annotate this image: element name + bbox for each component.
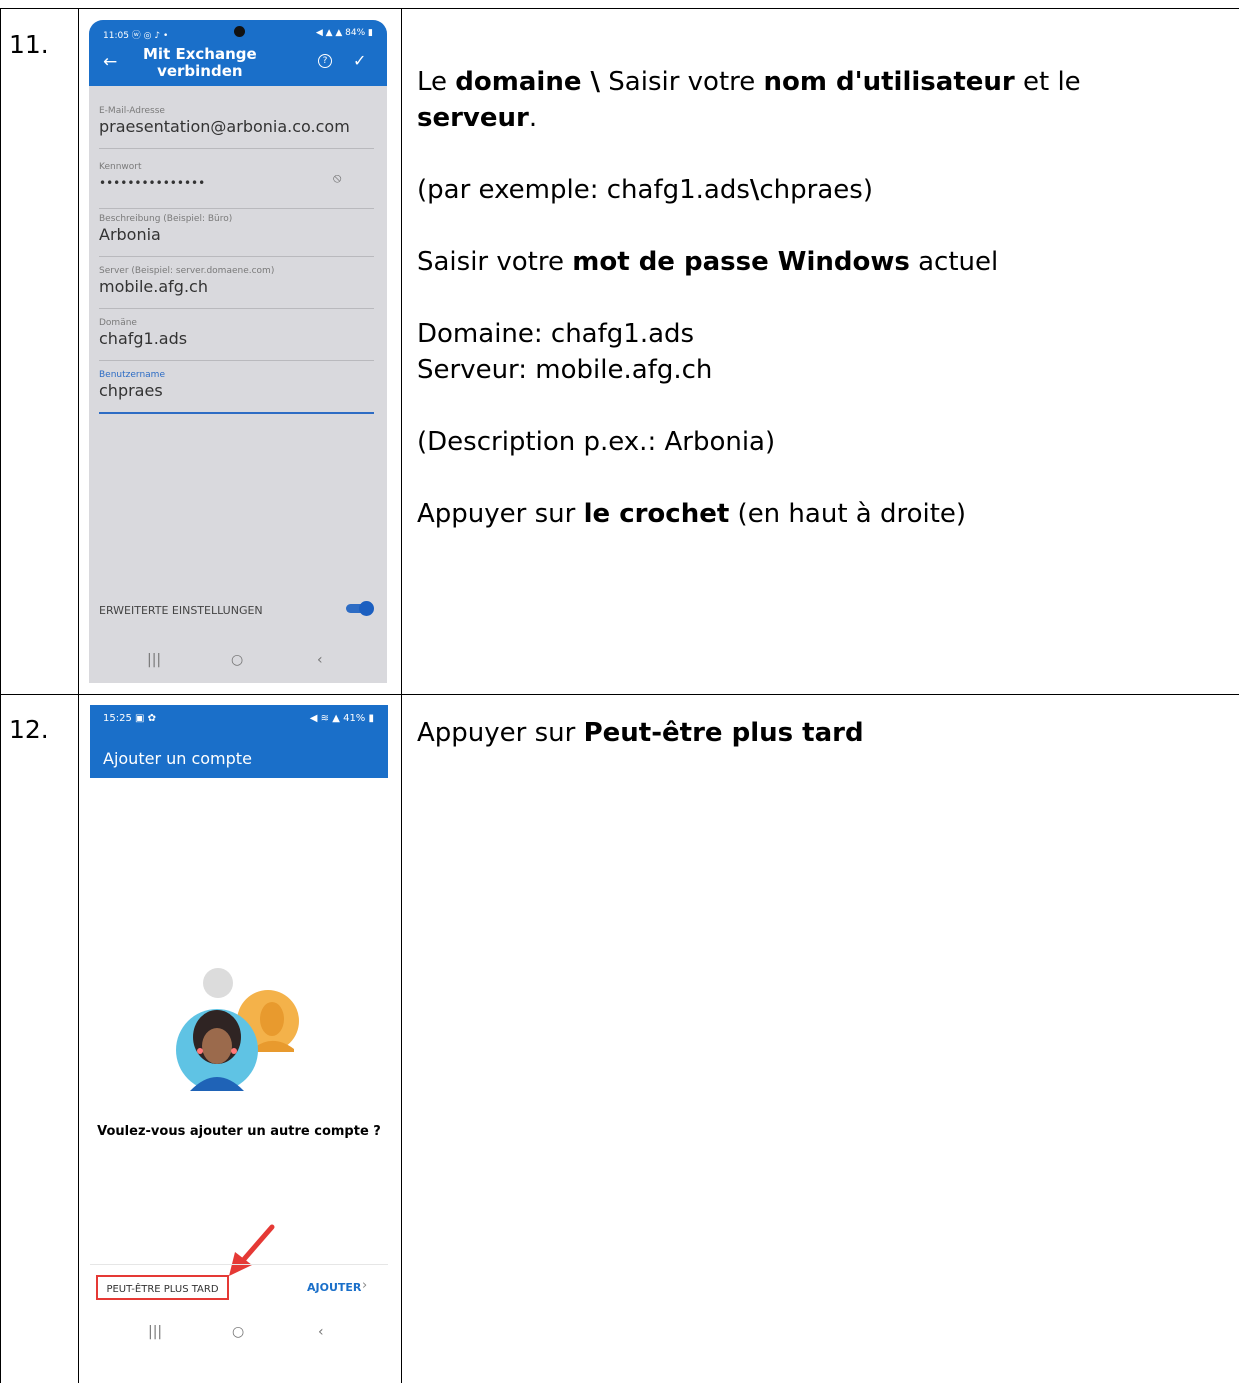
home-icon[interactable]: ○ bbox=[232, 1324, 244, 1340]
instruction-line: (par exemple: chafg1.ads\chpraes) bbox=[417, 175, 873, 205]
col-divider-2 bbox=[401, 8, 402, 1383]
camera-cutout bbox=[234, 26, 245, 37]
domain-field[interactable]: Domäne chafg1.ads bbox=[99, 318, 374, 361]
server-field[interactable]: Server (Beispiel: server.domaene.com) mo… bbox=[99, 266, 374, 309]
domain-label: Domäne bbox=[99, 318, 137, 328]
title-line-2: verbinden bbox=[157, 62, 243, 80]
recent-apps-icon[interactable]: ||| bbox=[147, 652, 161, 668]
back-nav-icon[interactable]: ‹ bbox=[317, 652, 323, 668]
email-label: E-Mail-Adresse bbox=[99, 106, 165, 116]
table-top-border bbox=[0, 8, 1239, 9]
col-left-border bbox=[0, 8, 1, 1383]
step-number: 11. bbox=[9, 30, 49, 59]
server-label: Server (Beispiel: server.domaene.com) bbox=[99, 266, 275, 276]
advanced-settings-toggle[interactable] bbox=[346, 601, 374, 616]
eye-off-icon[interactable]: ⦸ bbox=[333, 171, 341, 186]
instruction-line: Serveur: mobile.afg.ch bbox=[417, 355, 713, 385]
step-number: 12. bbox=[9, 715, 49, 744]
red-arrow-annotation bbox=[229, 1224, 275, 1276]
instruction-line: Appuyer sur le crochet (en haut à droite… bbox=[417, 499, 967, 529]
col-divider-1 bbox=[78, 8, 79, 1383]
username-label: Benutzername bbox=[99, 370, 165, 380]
instruction-line: Saisir votre mot de passe Windows actuel bbox=[417, 247, 999, 277]
footer-divider bbox=[90, 1264, 388, 1265]
title-line-1: Mit Exchange bbox=[143, 45, 257, 63]
instruction-line: (Description p.ex.: Arbonia) bbox=[417, 427, 776, 457]
screen-title: Mit Exchange verbinden bbox=[143, 46, 257, 80]
status-bar-right: ◀ ▲ ▲ 84% ▮ bbox=[315, 28, 373, 38]
back-arrow-icon[interactable]: ← bbox=[103, 52, 117, 72]
step-12-instructions: Appuyer sur Peut-être plus tard bbox=[417, 715, 864, 751]
status-bar-time: 15:25 ▣ ✿ bbox=[103, 713, 157, 724]
app-header: 11:05 ⓦ ◎ ♪ • ◀ ▲ ▲ 84% ▮ ← Mit Exchange… bbox=[89, 20, 387, 86]
email-field[interactable]: E-Mail-Adresse praesentation@arbonia.co.… bbox=[99, 106, 374, 149]
recent-apps-icon[interactable]: ||| bbox=[148, 1324, 162, 1340]
step-11-instructions: Le domaine \ Saisir votre nom d'utilisat… bbox=[417, 64, 1081, 532]
app-header: 15:25 ▣ ✿ ◀ ≋ ▲ 41% ▮ Ajouter un compte bbox=[90, 705, 388, 778]
help-icon[interactable]: ? bbox=[318, 54, 332, 68]
domain-value: chafg1.ads bbox=[99, 329, 188, 348]
phone-screenshot-exchange: 11:05 ⓦ ◎ ♪ • ◀ ▲ ▲ 84% ▮ ← Mit Exchange… bbox=[89, 20, 387, 683]
instruction-line: Le domaine \ Saisir votre nom d'utilisat… bbox=[417, 67, 1081, 97]
description-field[interactable]: Beschreibung (Beispiel: Büro) Arbonia bbox=[99, 214, 374, 257]
row-divider bbox=[0, 694, 1239, 695]
maybe-later-button[interactable]: PEUT-ÊTRE PLUS TARD bbox=[96, 1275, 229, 1300]
account-illustration bbox=[176, 968, 299, 1091]
add-account-question: Voulez-vous ajouter un autre compte ? bbox=[97, 1124, 381, 1139]
checkmark-icon[interactable]: ✓ bbox=[353, 51, 366, 70]
phone-screenshot-add-account: 15:25 ▣ ✿ ◀ ≋ ▲ 41% ▮ Ajouter un compte … bbox=[90, 705, 388, 1372]
username-value: chpraes bbox=[99, 381, 163, 400]
email-value: praesentation@arbonia.co.com bbox=[99, 117, 350, 136]
advanced-settings-label: ERWEITERTE EINSTELLUNGEN bbox=[99, 604, 263, 617]
status-bar-right: ◀ ≋ ▲ 41% ▮ bbox=[309, 713, 374, 724]
instruction-line: serveur. bbox=[417, 103, 538, 133]
instruction-line: Appuyer sur Peut-être plus tard bbox=[417, 718, 864, 748]
home-icon[interactable]: ○ bbox=[231, 652, 243, 668]
username-field[interactable]: Benutzername chpraes bbox=[99, 370, 374, 414]
back-nav-icon[interactable]: ‹ bbox=[318, 1324, 324, 1340]
instruction-line: Domaine: chafg1.ads bbox=[417, 319, 695, 349]
add-button[interactable]: AJOUTER bbox=[307, 1281, 361, 1294]
chevron-right-icon: › bbox=[362, 1278, 368, 1293]
description-value: Arbonia bbox=[99, 225, 161, 244]
description-label: Beschreibung (Beispiel: Büro) bbox=[99, 214, 233, 224]
status-bar-time: 11:05 ⓦ ◎ ♪ • bbox=[103, 31, 169, 41]
server-value: mobile.afg.ch bbox=[99, 277, 208, 296]
screen-title: Ajouter un compte bbox=[103, 749, 252, 768]
